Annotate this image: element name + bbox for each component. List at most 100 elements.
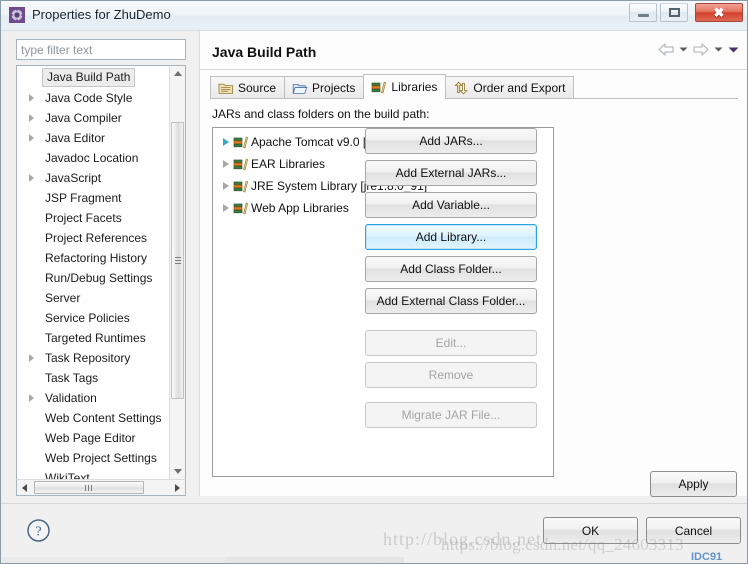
settings-tree-panel: Java Build Path Java Code Style Java Compi… — [16, 65, 186, 479]
maximize-button[interactable] — [660, 3, 688, 22]
sidebar-item-web-page-editor[interactable]: Web Page Editor — [17, 428, 171, 448]
tab-underline — [210, 98, 738, 99]
sidebar-item-java-editor[interactable]: Java Editor — [17, 128, 171, 148]
back-menu-chevron-down-icon[interactable] — [679, 46, 688, 53]
sidebar-item-refactoring-history[interactable]: Refactoring History — [17, 248, 171, 268]
close-button[interactable]: ✖ — [695, 3, 743, 22]
library-books-icon — [371, 80, 387, 95]
edit-button: Edit... — [365, 330, 537, 356]
scroll-up-icon[interactable] — [170, 66, 185, 81]
sidebar-item-service-policies[interactable]: Service Policies — [17, 308, 171, 328]
sidebar-item-task-repository[interactable]: Task Repository — [17, 348, 171, 368]
sidebar-item-label: JavaScript — [45, 171, 102, 185]
sidebar-item-label: Server — [45, 291, 81, 305]
filter-input[interactable] — [16, 39, 186, 60]
tree-vertical-scroll-thumb[interactable] — [171, 122, 184, 399]
sidebar-item-validation[interactable]: Validation — [17, 388, 171, 408]
tab-order-and-export[interactable]: Order and Export — [445, 76, 575, 99]
sidebar-item-label: Project References — [45, 231, 148, 245]
forward-menu-chevron-down-icon[interactable] — [714, 46, 723, 53]
sidebar-item-project-facets[interactable]: Project Facets — [17, 208, 171, 228]
expand-arrow-icon[interactable] — [29, 394, 34, 402]
expand-arrow-icon[interactable] — [29, 134, 34, 142]
tree-vertical-scrollbar[interactable] — [169, 66, 185, 479]
tree-horizontal-scroll-thumb[interactable] — [34, 481, 144, 494]
sidebar-item-label: Java Compiler — [45, 111, 122, 125]
tree-horizontal-scrollbar[interactable] — [16, 479, 186, 496]
forward-arrow-icon[interactable] — [693, 43, 709, 56]
sidebar-item-project-references[interactable]: Project References — [17, 228, 171, 248]
expand-arrow-icon[interactable] — [223, 160, 229, 168]
ok-button[interactable]: OK — [543, 517, 638, 544]
help-question-icon[interactable]: ? — [25, 517, 52, 544]
properties-gear-icon — [9, 7, 25, 23]
sidebar-item-jsp-fragment[interactable]: JSP Fragment — [17, 188, 171, 208]
tab-label: Order and Export — [473, 81, 566, 95]
cancel-button[interactable]: Cancel — [646, 517, 741, 544]
sidebar-item-label: JSP Fragment — [45, 191, 122, 205]
expand-arrow-icon[interactable] — [29, 94, 34, 102]
sidebar-item-label: Task Repository — [45, 351, 131, 365]
sidebar-item-run-debug-settings[interactable]: Run/Debug Settings — [17, 268, 171, 288]
sidebar-item-label: Java Editor — [45, 131, 106, 145]
scroll-grip-icon — [85, 485, 93, 491]
scroll-down-icon[interactable] — [170, 464, 185, 479]
add-variable-button[interactable]: Add Variable... — [365, 192, 537, 218]
sidebar-item-label: Project Facets — [45, 211, 122, 225]
sidebar-item-javascript[interactable]: JavaScript — [17, 168, 171, 188]
build-path-tabs: Source Projects Libraries Order and Export — [210, 74, 575, 99]
add-class-folder-button[interactable]: Add Class Folder... — [365, 256, 537, 282]
tab-source[interactable]: Source — [210, 76, 286, 99]
sidebar-item-label: Web Page Editor — [45, 431, 136, 445]
sidebar-item-wikitext[interactable]: WikiText — [17, 468, 171, 479]
sidebar-item-label: Task Tags — [45, 371, 99, 385]
add-jars-button[interactable]: Add JARs... — [365, 128, 537, 154]
sidebar-item-web-project-settings[interactable]: Web Project Settings — [17, 448, 171, 468]
add-library-button[interactable]: Add Library... — [365, 224, 537, 250]
sidebar-item-java-build-path[interactable]: Java Build Path — [17, 68, 171, 88]
add-external-jars-button[interactable]: Add External JARs... — [365, 160, 537, 186]
sidebar-item-label: Run/Debug Settings — [45, 271, 153, 285]
sidebar-item-task-tags[interactable]: Task Tags — [17, 368, 171, 388]
sidebar-item-web-content-settings[interactable]: Web Content Settings — [17, 408, 171, 428]
expand-arrow-icon[interactable] — [29, 114, 34, 122]
sidebar-item-label: Web Project Settings — [45, 451, 157, 465]
close-icon: ✖ — [713, 4, 725, 20]
svg-text:?: ? — [35, 525, 41, 540]
sidebar-item-label: Refactoring History — [45, 251, 148, 265]
expand-arrow-icon[interactable] — [223, 138, 229, 146]
scroll-grip-icon — [175, 256, 181, 265]
sidebar-item-label: Validation — [45, 391, 97, 405]
settings-tree: Java Build Path Java Code Style Java Compi… — [17, 66, 171, 479]
order-export-icon — [453, 81, 469, 95]
apply-button[interactable]: Apply — [650, 471, 737, 497]
expand-arrow-icon[interactable] — [223, 182, 229, 190]
sidebar-item-server[interactable]: Server — [17, 288, 171, 308]
scroll-right-icon[interactable] — [170, 480, 185, 495]
sidebar-item-java-compiler[interactable]: Java Compiler — [17, 108, 171, 128]
sidebar-item-targeted-runtimes[interactable]: Targeted Runtimes — [17, 328, 171, 348]
sidebar-item-javadoc-location[interactable]: Javadoc Location — [17, 148, 171, 168]
tab-label: Projects — [312, 81, 356, 95]
sidebar-item-label: Javadoc Location — [45, 151, 139, 165]
tab-label: Libraries — [391, 80, 438, 94]
tab-libraries[interactable]: Libraries — [363, 74, 447, 99]
scroll-left-icon[interactable] — [17, 480, 32, 495]
minimize-icon — [630, 4, 656, 21]
title-bar: Properties for ZhuDemo ✖ — [1, 1, 747, 31]
tab-label: Source — [238, 81, 277, 95]
expand-arrow-icon[interactable] — [29, 174, 34, 182]
sidebar-item-label: Web Content Settings — [45, 411, 162, 425]
sidebar-item-label: Java Code Style — [45, 91, 133, 105]
expand-arrow-icon[interactable] — [223, 204, 229, 212]
sidebar-item-java-code-style[interactable]: Java Code Style — [17, 88, 171, 108]
expand-arrow-icon[interactable] — [29, 354, 34, 362]
build-path-group-label: JARs and class folders on the build path… — [212, 107, 430, 121]
page-menu-chevron-down-icon[interactable] — [728, 46, 739, 54]
project-folder-icon — [292, 81, 308, 95]
tab-projects[interactable]: Projects — [284, 76, 365, 99]
add-external-class-folder-button[interactable]: Add External Class Folder... — [365, 288, 537, 314]
minimize-button[interactable] — [629, 3, 657, 22]
library-books-icon — [233, 157, 249, 172]
back-arrow-icon[interactable] — [658, 43, 674, 56]
